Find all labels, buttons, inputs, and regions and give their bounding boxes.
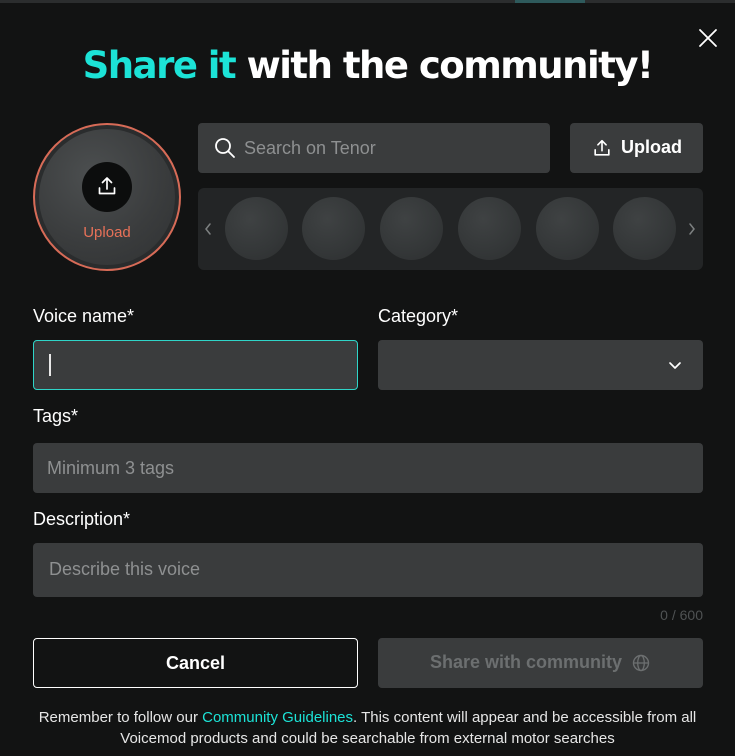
share-button-label: Share with community [430,652,623,672]
gif-thumbnail[interactable] [380,197,443,260]
avatar-upload-circle [82,162,132,212]
share-with-community-button[interactable]: Share with community [378,638,703,688]
upload-button[interactable]: Upload [570,123,703,173]
gif-thumbnail[interactable] [302,197,365,260]
cancel-button[interactable]: Cancel [33,638,358,688]
tags-input[interactable] [33,443,703,493]
voice-name-label: Voice name* [33,306,135,326]
voice-name-field[interactable] [33,340,358,390]
avatar-upload-label: Upload [83,224,131,241]
gif-thumbnail[interactable] [613,197,676,260]
community-guidelines-link[interactable]: Community Guidelines [202,709,353,726]
footer-prefix: Remember to follow our [38,709,203,726]
title-highlight: Share it [82,44,237,87]
category-label: Category* [378,306,459,326]
upload-icon [98,177,116,195]
gif-carousel [198,188,703,270]
description-label: Description* [33,509,131,529]
footer-notice: Remember to follow our Community Guideli… [20,707,715,749]
description-char-counter: 0 / 600 [660,607,703,623]
top-strip [0,0,735,3]
text-caret [49,354,51,376]
voice-name-input[interactable] [48,341,343,389]
top-strip-accent [515,0,585,3]
title-rest: with the community! [235,44,654,87]
upload-icon [594,139,610,156]
description-input[interactable] [33,543,703,597]
tags-label: Tags* [33,406,79,426]
tenor-search[interactable] [198,123,550,173]
gif-thumbnail[interactable] [536,197,599,260]
avatar-upload[interactable]: Upload [33,123,181,271]
chevron-right-icon[interactable] [685,221,699,237]
gif-thumbnail[interactable] [458,197,521,260]
search-icon [215,138,235,158]
modal-title: Share it with the community! [0,44,735,87]
share-voice-modal: Share it with the community! Upload Uplo… [0,0,735,756]
upload-button-label: Upload [621,137,682,157]
chevron-left-icon[interactable] [201,221,215,237]
chevron-down-icon [669,362,681,369]
tenor-search-input[interactable] [244,123,534,173]
category-select[interactable] [378,340,703,390]
globe-icon [632,654,650,672]
gif-thumbnail[interactable] [225,197,288,260]
